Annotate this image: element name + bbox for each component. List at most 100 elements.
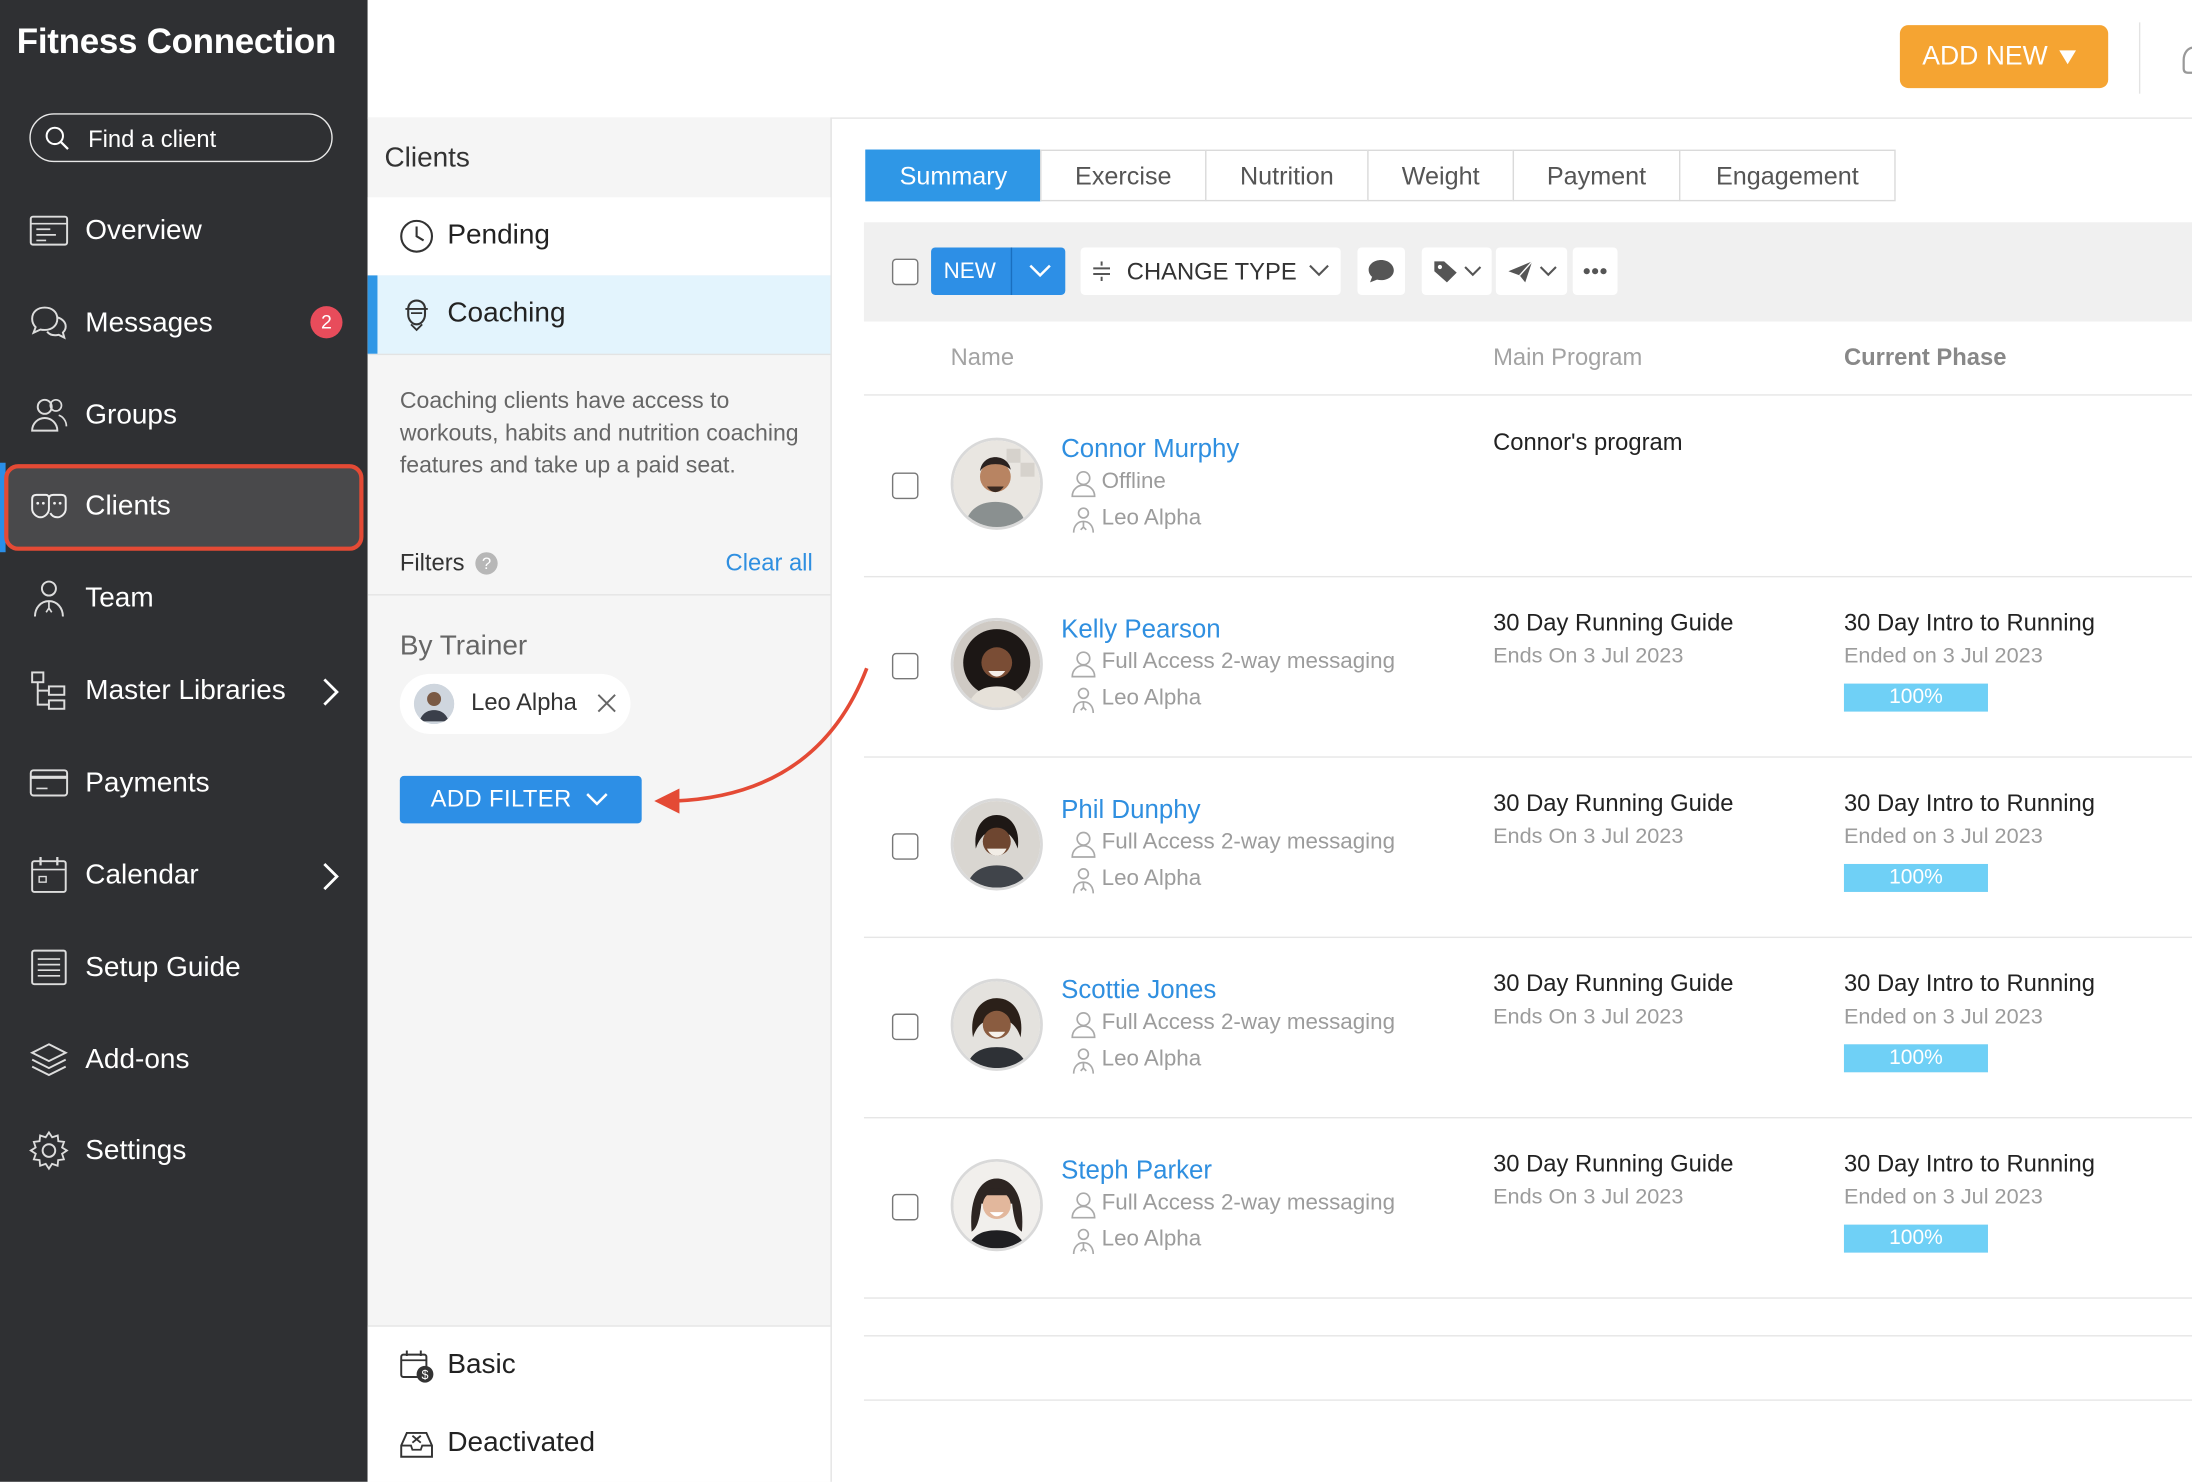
change-type-label: CHANGE TYPE	[1126, 258, 1297, 286]
tag-button[interactable]	[1421, 247, 1492, 295]
sidebar-item-team[interactable]: Team	[0, 555, 368, 644]
sidebar-item-master-libraries[interactable]: Master Libraries	[0, 647, 368, 736]
sidebar-item-label: Payments	[85, 767, 210, 799]
column-name[interactable]: Name	[951, 344, 1014, 372]
progress-label: 100%	[1889, 1045, 1943, 1070]
trainer-text: Leo Alpha	[1101, 866, 1202, 891]
sidebar-item-calendar[interactable]: Calendar	[0, 832, 368, 921]
clients-icon	[31, 493, 67, 519]
client-name-link[interactable]: Connor Murphy	[1061, 433, 1239, 464]
sidebar-item-label: Settings	[85, 1135, 187, 1166]
add-new-label: ADD NEW	[1922, 41, 2048, 72]
tab-weight[interactable]: Weight	[1367, 149, 1515, 202]
client-name-link[interactable]: Phil Dunphy	[1061, 794, 1200, 825]
progress-label: 100%	[1889, 865, 1943, 890]
row-checkbox[interactable]	[891, 833, 919, 860]
message-button[interactable]	[1357, 247, 1405, 295]
main-program[interactable]: 30 Day Running Guide	[1493, 790, 1733, 818]
row-checkbox[interactable]	[891, 1013, 919, 1041]
help-icon[interactable]: ?	[475, 552, 498, 575]
divider	[367, 594, 831, 596]
add-new-button[interactable]: ADD NEW	[1899, 25, 2109, 89]
divider	[863, 1399, 2192, 1401]
add-ons-icon	[29, 1043, 68, 1077]
tab-summary[interactable]: Summary	[865, 149, 1042, 202]
client-avatar	[950, 978, 1043, 1071]
segment-deactivated[interactable]: Deactivated	[367, 1404, 831, 1482]
overview-icon	[29, 215, 69, 246]
client-avatar	[950, 617, 1043, 711]
trainer-icon	[1072, 868, 1095, 894]
change-type-button[interactable]: CHANGE TYPE	[1080, 247, 1341, 295]
table-row[interactable]: Kelly Pearson Full Access 2-way messagin…	[863, 576, 2192, 758]
sidebar-item-groups[interactable]: Groups	[0, 372, 368, 461]
add-filter-button[interactable]: ADD FILTER	[399, 775, 642, 824]
sidebar-item-clients[interactable]: Clients	[0, 462, 368, 553]
new-button[interactable]: NEW	[931, 247, 1066, 295]
row-checkbox[interactable]	[891, 652, 919, 680]
tab-engagement[interactable]: Engagement	[1678, 149, 1896, 202]
main-program[interactable]: 30 Day Running Guide	[1493, 970, 1733, 998]
column-current-phase[interactable]: Current Phase	[1844, 344, 2006, 372]
sidebar-item-settings[interactable]: Settings	[0, 1107, 368, 1196]
clients-panel-header: Clients	[367, 117, 831, 199]
sidebar-item-label: Messages	[85, 307, 213, 339]
phase-end-date: Ended on 3 Jul 2023	[1843, 1005, 2043, 1029]
client-name-link[interactable]: Kelly Pearson	[1061, 614, 1221, 645]
phase-end-date: Ended on 3 Jul 2023	[1843, 1185, 2043, 1210]
sidebar-item-add-ons[interactable]: Add-ons	[0, 1016, 368, 1105]
sidebar: Fitness Connection Find a client Overvie…	[0, 0, 368, 1482]
client-name-link[interactable]: Scottie Jones	[1061, 974, 1216, 1005]
more-actions-button[interactable]	[1572, 247, 1618, 295]
row-checkbox[interactable]	[891, 1193, 919, 1221]
close-icon[interactable]	[596, 692, 618, 714]
sidebar-item-overview[interactable]: Overview	[0, 187, 368, 276]
main-program[interactable]: 30 Day Running Guide	[1493, 1151, 1733, 1179]
send-button[interactable]	[1495, 247, 1568, 295]
sidebar-item-label: Calendar	[85, 859, 199, 891]
trainer-icon	[1072, 687, 1095, 714]
trainer-icon	[1072, 1048, 1095, 1074]
client-name-link[interactable]: Steph Parker	[1061, 1155, 1212, 1186]
current-phase: 30 Day Intro to Running	[1843, 1150, 2095, 1178]
table-row[interactable]: Steph Parker Full Access 2-way messaging…	[863, 1117, 2192, 1299]
trainer-text: Leo Alpha	[1101, 506, 1202, 530]
trainer-icon	[1072, 507, 1095, 533]
tab-exercise[interactable]: Exercise	[1040, 149, 1207, 202]
calendar-icon	[31, 856, 67, 893]
main-program[interactable]: Connor's program	[1493, 429, 1682, 457]
chevron-down-icon	[1029, 264, 1051, 278]
segment-label: Coaching	[447, 297, 566, 329]
tag-icon	[1434, 261, 1457, 283]
sidebar-item-payments[interactable]: Payments	[0, 740, 368, 829]
divider	[1010, 247, 1013, 295]
table-row[interactable]: Phil Dunphy Full Access 2-way messaging …	[863, 756, 2192, 939]
segment-coaching[interactable]: Coaching	[367, 275, 831, 356]
segment-label: Deactivated	[447, 1427, 596, 1459]
column-main-program[interactable]: Main Program	[1493, 344, 1642, 372]
messages-icon	[31, 306, 67, 340]
setup-guide-icon	[31, 949, 67, 986]
row-checkbox[interactable]	[891, 472, 919, 500]
tab-nutrition[interactable]: Nutrition	[1205, 149, 1369, 202]
sidebar-item-setup-guide[interactable]: Setup Guide	[0, 924, 368, 1013]
divider	[2138, 22, 2141, 94]
user-menu-icon[interactable]	[2177, 42, 2192, 78]
progress-label: 100%	[1889, 1226, 1943, 1250]
sidebar-item-messages[interactable]: Messages 2	[0, 280, 368, 369]
segment-basic[interactable]: $ Basic	[367, 1325, 831, 1407]
find-client-search[interactable]: Find a client	[29, 113, 333, 163]
segment-pending[interactable]: Pending	[367, 197, 831, 277]
unread-badge: 2	[310, 306, 343, 339]
status-text: Full Access 2-way messaging	[1101, 650, 1396, 674]
main-program[interactable]: 30 Day Running Guide	[1493, 610, 1733, 638]
tab-payment[interactable]: Payment	[1512, 149, 1681, 202]
table-row[interactable]: Connor Murphy Offline Leo Alpha Connor's…	[863, 396, 2192, 578]
table-header: Name Main Program Current Phase	[863, 322, 2192, 396]
program-end-date: Ends On 3 Jul 2023	[1493, 1185, 1684, 1210]
deactivated-icon	[400, 1431, 433, 1458]
clear-all-link[interactable]: Clear all	[726, 549, 813, 577]
select-all-checkbox[interactable]	[891, 258, 919, 286]
chevron-down-icon	[1539, 266, 1557, 277]
table-row[interactable]: Scottie Jones Full Access 2-way messagin…	[863, 937, 2192, 1119]
